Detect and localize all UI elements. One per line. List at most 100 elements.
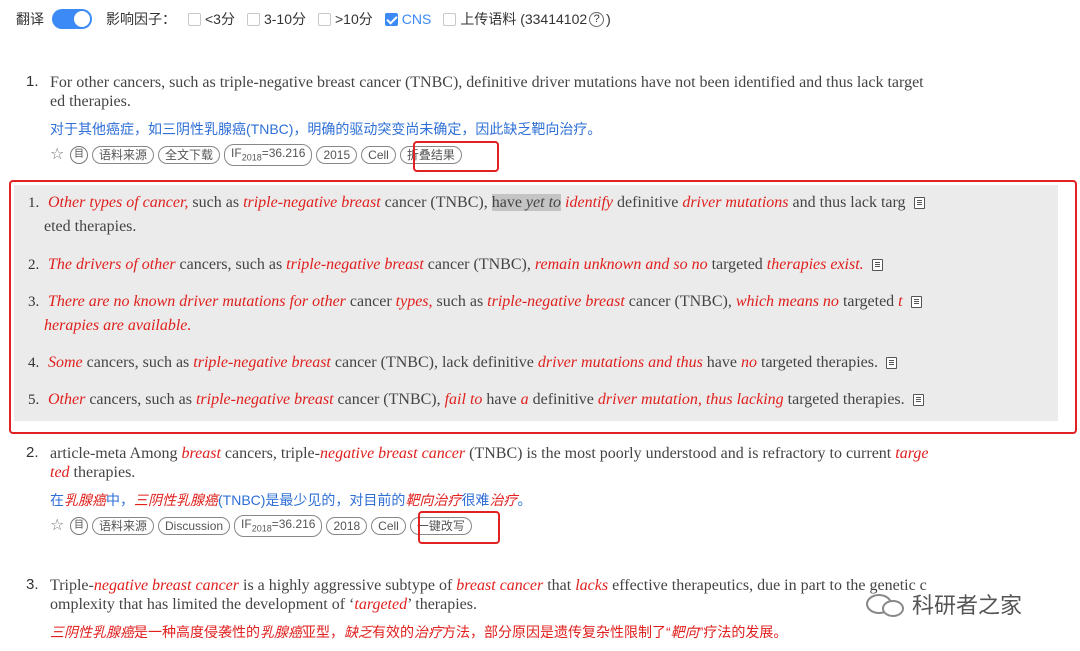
zh-red: 乳腺癌: [64, 492, 106, 508]
full-text-download-tag[interactable]: 全文下载: [158, 146, 221, 164]
impact-factor-tag: IF2018=36.216: [224, 143, 313, 167]
plain-text: ’ therapies.: [407, 596, 477, 613]
red-phrase: lacks: [575, 577, 609, 594]
zh-red: 三阴性乳腺癌: [134, 492, 218, 508]
rewrite-number: 4.: [28, 355, 40, 371]
zh-red: 缺乏: [344, 624, 372, 640]
red-phrase: triple-negative breast: [286, 256, 424, 273]
corpus-source-tag[interactable]: 语料来源: [92, 146, 155, 164]
plain-text: have: [482, 391, 521, 408]
plain-text: cancers, such as: [175, 256, 287, 273]
plain-text: cancers, such as: [82, 354, 194, 371]
english-sentence: For other cancers, such as triple-negati…: [50, 73, 1030, 111]
plain-text: have: [702, 354, 741, 371]
rewrite-item-1: 1. Other types of cancer, such as triple…: [28, 191, 1018, 239]
checkbox-upload-corpus[interactable]: [443, 12, 457, 26]
help-icon[interactable]: ?: [589, 11, 605, 27]
watermark-text: 科研者之家: [912, 593, 1023, 618]
red-phrase: breast cancer: [456, 577, 544, 594]
red-phrase: negative breast cancer: [319, 445, 466, 462]
plain-text: targeted: [707, 256, 767, 273]
copy-icon[interactable]: [871, 259, 883, 272]
translate-label: 翻译: [16, 11, 44, 27]
if-year: 2018: [251, 523, 272, 534]
plain-text: such as: [188, 194, 244, 211]
watermark: 科研者之家: [866, 588, 1022, 620]
if-label: IF: [231, 145, 242, 160]
if-year: 2018: [241, 152, 262, 163]
rewrite-item-3: 3. There are no known driver mutations f…: [28, 290, 1018, 338]
chinese-translation: 三阴性乳腺癌是一种高度侵袭性的乳腺癌亚型，缺乏有效的治疗方法，部分原因是遗传复杂…: [50, 622, 1030, 642]
chinese-translation: 对于其他癌症，如三阴性乳腺癌(TNBC)，明确的驱动突变尚未确定，因此缺乏靶向治…: [50, 121, 602, 137]
plain-text: targeted: [838, 293, 899, 310]
checkbox-lt3[interactable]: [188, 12, 201, 26]
if-label: IF: [241, 516, 252, 531]
toggle-knob: [74, 11, 90, 27]
journal-tag: Cell: [371, 517, 406, 535]
plain-text: therapies.: [69, 464, 136, 481]
result-number: 2.: [26, 444, 39, 461]
checkbox-gt10[interactable]: [318, 12, 331, 26]
red-phrase: identify: [565, 194, 613, 211]
rewrite-item-4: 4. Some cancers, such as triple-negative…: [28, 351, 1018, 375]
red-phrase: t: [898, 293, 903, 310]
red-phrase: fail to: [444, 391, 483, 408]
plain-text: definitive: [613, 194, 683, 211]
option-3-10-label: 3-10分: [263, 11, 306, 27]
red-phrase: therapies exist.: [766, 256, 864, 273]
star-icon[interactable]: ☆: [50, 147, 66, 163]
rewrite-line-2: eted therapies.: [44, 218, 137, 235]
italic-text: yet to: [525, 194, 562, 211]
rewrite-number: 5.: [28, 392, 40, 408]
red-phrase: negative breast cancer: [93, 577, 239, 594]
plain-text: cancer (TNBC),: [624, 293, 736, 310]
option-upload-corpus-label: 上传语料 (33414102: [460, 11, 588, 27]
plain-text: Triple-: [50, 577, 94, 594]
rewrite-number: 3.: [28, 294, 40, 310]
highlight-box-fold: [413, 141, 499, 172]
impact-factor-tag: IF2018=36.216: [234, 514, 323, 538]
rewrite-item-2: 2. The drivers of other cancers, such as…: [28, 253, 1018, 277]
checkbox-cns[interactable]: [384, 12, 398, 26]
translate-toggle[interactable]: [52, 9, 92, 29]
plain-text: and thus lack targ: [788, 194, 906, 211]
red-phrase: targe: [895, 445, 929, 462]
plain-text: that: [543, 577, 576, 594]
red-phrase: no: [741, 354, 757, 371]
detail-icon[interactable]: 目: [70, 146, 88, 164]
plain-text: have: [491, 194, 526, 211]
selected-text: have yet to: [491, 194, 562, 211]
result-item-2: 2. article-meta Among breast cancers, tr…: [26, 444, 1030, 538]
option-gt10-label: >10分: [335, 11, 373, 27]
red-phrase: remain unknown and so no: [534, 256, 708, 273]
copy-icon[interactable]: [912, 394, 924, 407]
copy-icon[interactable]: [910, 296, 922, 309]
rewrite-number: 1.: [28, 195, 40, 211]
zh-text: 。: [517, 492, 532, 508]
section-tag: Discussion: [158, 517, 231, 535]
copy-icon[interactable]: [885, 357, 897, 370]
zh-text: ”疗法的发展。: [698, 624, 788, 640]
zh-red: 靶向: [670, 624, 699, 640]
chinese-translation: 在乳腺癌中，三阴性乳腺癌(TNBC)是最少见的，对目前的靶向治疗很难治疗。: [50, 490, 1030, 510]
copy-icon[interactable]: [913, 197, 925, 210]
zh-red: 三阴性乳腺癌: [50, 624, 134, 640]
sentence-line-1: For other cancers, such as triple-negati…: [50, 74, 924, 91]
zh-text: 亚型，: [302, 624, 344, 640]
red-phrase: There are no known driver mutations for …: [48, 293, 346, 310]
red-phrase: which means no: [735, 293, 839, 310]
close-paren: ): [606, 11, 611, 27]
detail-icon[interactable]: 目: [70, 517, 88, 535]
star-icon[interactable]: ☆: [50, 518, 66, 534]
red-phrase: triple-negative breast: [487, 293, 625, 310]
red-phrase: triple-negative breast: [195, 391, 334, 408]
filter-bar: 翻译 影响因子： <3分 3-10分 >10分 CNS 上传语料 (334141…: [16, 8, 611, 30]
journal-tag: Cell: [361, 146, 396, 164]
checkbox-3-10[interactable]: [246, 12, 260, 26]
corpus-source-tag[interactable]: 语料来源: [92, 517, 155, 535]
plain-text: cancers, triple-: [220, 445, 320, 462]
zh-text: 有效的: [372, 624, 414, 640]
red-phrase: The drivers of other: [48, 256, 176, 273]
zh-text: 在: [50, 492, 64, 508]
rewrite-line-2: herapies are available.: [44, 317, 192, 334]
